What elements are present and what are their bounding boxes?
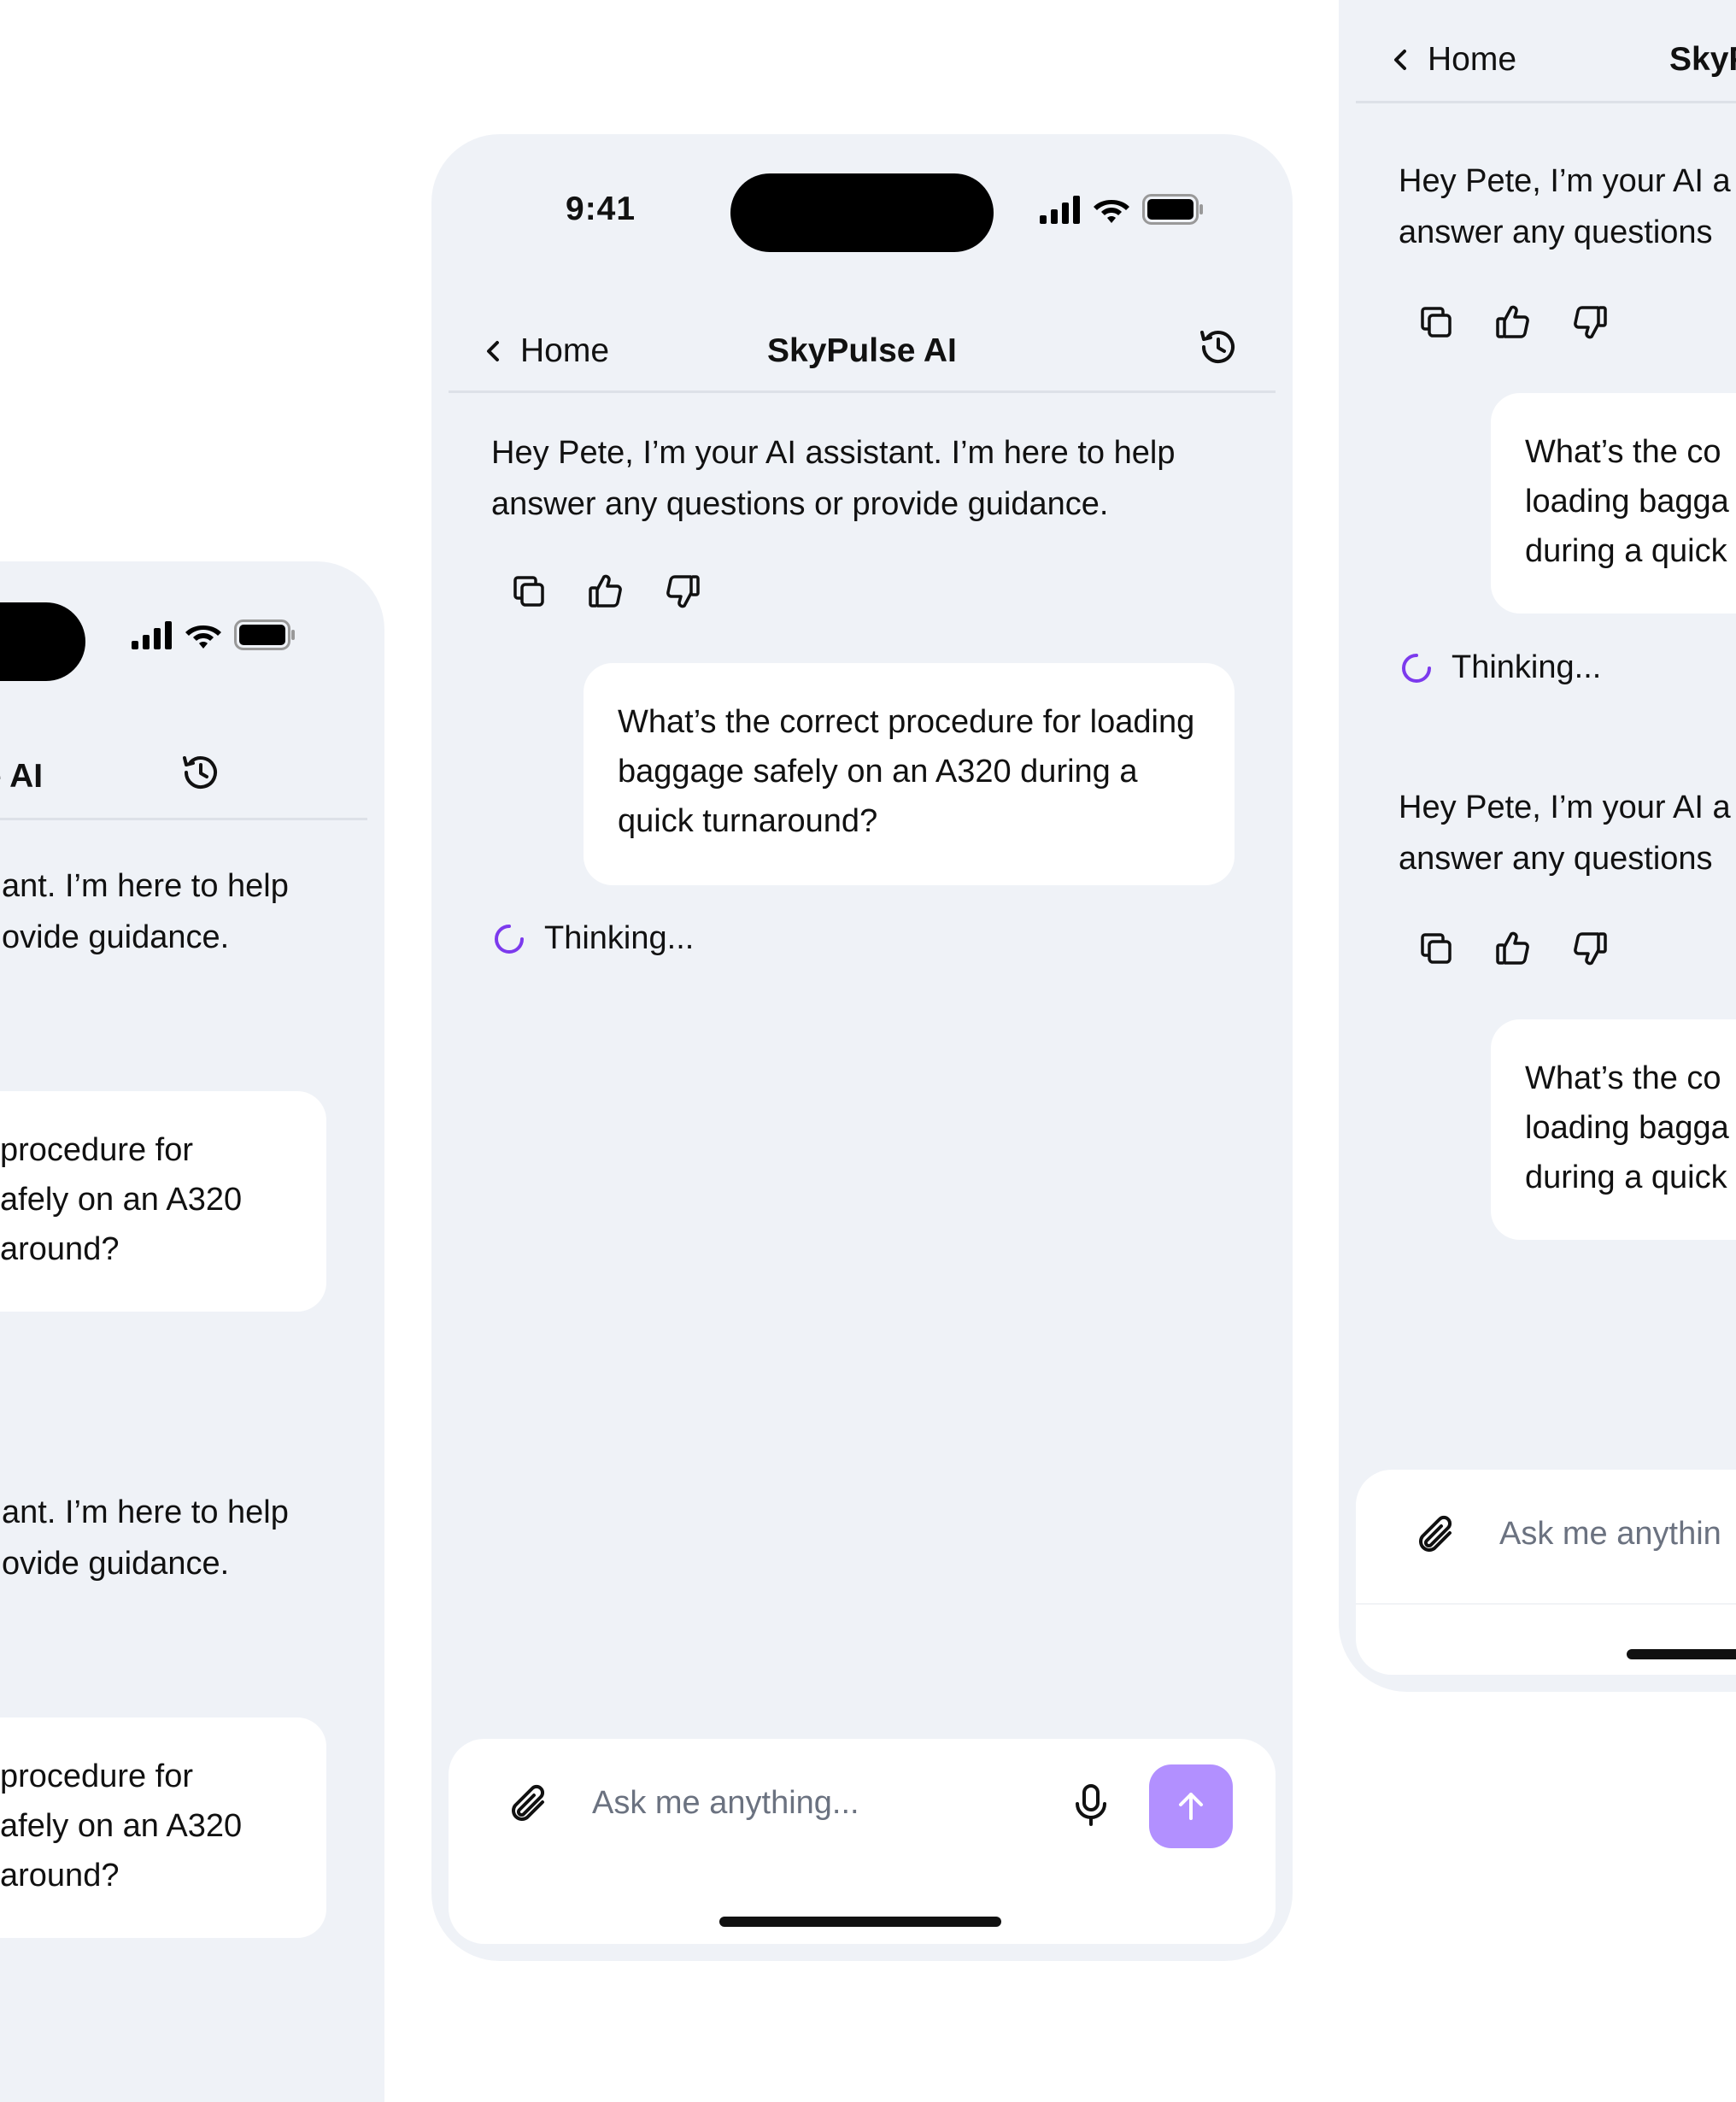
user-line: procedure for xyxy=(0,1759,194,1794)
assistant-message-partial: ant. I’m here to help ovide guidance. xyxy=(2,1487,378,1589)
right-phone-clip: Home SkyP Hey Pete, I’m your AI a answer… xyxy=(1339,0,1736,2102)
user-bubble-partial: What’s the co loading bagga during a qui… xyxy=(1491,393,1736,614)
send-button[interactable] xyxy=(1149,1764,1233,1848)
arrow-up-icon xyxy=(1179,1793,1203,1820)
signal-icon xyxy=(1040,196,1080,224)
thumbs-up-icon[interactable] xyxy=(1494,930,1532,967)
spinner-icon xyxy=(495,924,524,954)
copy-icon[interactable] xyxy=(1417,303,1455,341)
assistant-line: Hey Pete, I’m your AI a xyxy=(1399,163,1731,199)
thumbs-down-icon[interactable] xyxy=(1571,303,1609,341)
user-line: afely on an A320 xyxy=(0,1182,243,1218)
user-message: What’s the correct procedure for loading… xyxy=(618,704,1195,839)
dynamic-island xyxy=(730,173,994,252)
thumbs-down-icon[interactable] xyxy=(1571,930,1609,967)
assistant-message-partial: Hey Pete, I’m your AI a answer any quest… xyxy=(1399,782,1736,884)
user-line: What’s the co xyxy=(1525,1060,1721,1096)
chevron-left-icon xyxy=(1394,50,1406,70)
message-input[interactable]: Ask me anything... xyxy=(592,1785,859,1822)
nav-bar: e AI xyxy=(0,732,367,820)
user-line: around? xyxy=(0,1231,120,1267)
message-actions xyxy=(1417,303,1609,341)
thinking-label: Thinking... xyxy=(1452,649,1602,685)
composer: Ask me anything... xyxy=(449,1739,1276,1944)
back-label: Home xyxy=(520,332,610,369)
copy-icon[interactable] xyxy=(1417,930,1455,967)
home-indicator xyxy=(1627,1649,1736,1659)
composer-divider xyxy=(1356,1603,1736,1605)
history-icon[interactable] xyxy=(179,751,222,794)
user-line: What’s the co xyxy=(1525,434,1721,470)
message-actions xyxy=(510,572,701,610)
user-bubble-partial: What’s the co loading bagga during a qui… xyxy=(1491,1019,1736,1240)
nav-title: e AI xyxy=(0,758,44,795)
user-bubble-partial: procedure for afely on an A320 around? xyxy=(0,1091,326,1312)
assistant-line: answer any questions xyxy=(1399,214,1713,250)
signal-icon xyxy=(132,621,172,649)
history-icon[interactable] xyxy=(1197,326,1240,368)
microphone-icon[interactable] xyxy=(1072,1783,1110,1828)
assistant-line: ovide guidance. xyxy=(2,919,230,955)
paperclip-icon[interactable] xyxy=(1416,1514,1460,1559)
thinking-label: Thinking... xyxy=(544,920,695,956)
user-bubble-partial: procedure for afely on an A320 around? xyxy=(0,1717,326,1938)
composer: Ask me anythin xyxy=(1356,1470,1736,1675)
assistant-line: ant. I’m here to help xyxy=(2,1494,289,1530)
assistant-line: ovide guidance. xyxy=(2,1546,230,1582)
assistant-message: Hey Pete, I’m your AI assistant. I’m her… xyxy=(491,435,1176,522)
battery-icon xyxy=(234,619,295,650)
spinner-icon xyxy=(1402,653,1431,683)
status-time: 9:41 xyxy=(566,191,636,227)
thinking-indicator: Thinking... xyxy=(1400,649,1601,686)
message-input[interactable]: Ask me anythin xyxy=(1499,1516,1721,1553)
assistant-message-partial: ant. I’m here to help ovide guidance. xyxy=(2,860,378,963)
chevron-left-icon xyxy=(487,341,499,361)
user-line: procedure for xyxy=(0,1132,194,1168)
assistant-line: ant. I’m here to help xyxy=(2,868,289,904)
status-icons xyxy=(132,619,296,650)
user-line: during a quick xyxy=(1525,1160,1727,1195)
user-line: loading bagga xyxy=(1525,1110,1729,1146)
status-icons xyxy=(1040,194,1204,225)
user-line: afely on an A320 xyxy=(0,1808,243,1844)
back-button[interactable]: Home xyxy=(1392,41,1516,79)
user-message-bubble: What’s the correct procedure for loading… xyxy=(584,663,1235,885)
back-button[interactable]: Home xyxy=(484,332,609,370)
nav-bar: Home SkyP xyxy=(1356,15,1736,103)
wifi-icon xyxy=(1094,200,1129,223)
message-actions xyxy=(1417,930,1609,967)
left-phone: e AI ant. I’m here to help ovide guidanc… xyxy=(0,561,384,2102)
nav-title: SkyP xyxy=(1669,41,1736,78)
user-line: around? xyxy=(0,1858,120,1894)
nav-title: SkyPulse AI xyxy=(767,332,957,369)
battery-icon xyxy=(1142,194,1203,225)
center-phone: 9:41 Home SkyPulse AI Hey Pete, I’m your… xyxy=(431,134,1293,1961)
copy-icon[interactable] xyxy=(510,572,548,610)
dynamic-island xyxy=(0,602,85,681)
wifi-icon xyxy=(185,625,221,649)
back-label: Home xyxy=(1428,41,1517,78)
assistant-line: Hey Pete, I’m your AI a xyxy=(1399,790,1731,825)
assistant-message-partial: Hey Pete, I’m your AI a answer any quest… xyxy=(1399,156,1736,258)
thumbs-up-icon[interactable] xyxy=(587,572,625,610)
left-phone-clip: e AI ant. I’m here to help ovide guidanc… xyxy=(0,0,386,2102)
assistant-line: answer any questions xyxy=(1399,841,1713,877)
thinking-indicator: Thinking... xyxy=(493,920,694,957)
home-indicator xyxy=(719,1917,1001,1927)
paperclip-icon[interactable] xyxy=(508,1783,553,1828)
nav-bar: Home SkyPulse AI xyxy=(449,305,1276,393)
thumbs-down-icon[interactable] xyxy=(664,572,701,610)
user-line: loading bagga xyxy=(1525,484,1729,520)
user-line: during a quick xyxy=(1525,533,1727,569)
thumbs-up-icon[interactable] xyxy=(1494,303,1532,341)
right-phone: Home SkyP Hey Pete, I’m your AI a answer… xyxy=(1339,0,1736,1692)
